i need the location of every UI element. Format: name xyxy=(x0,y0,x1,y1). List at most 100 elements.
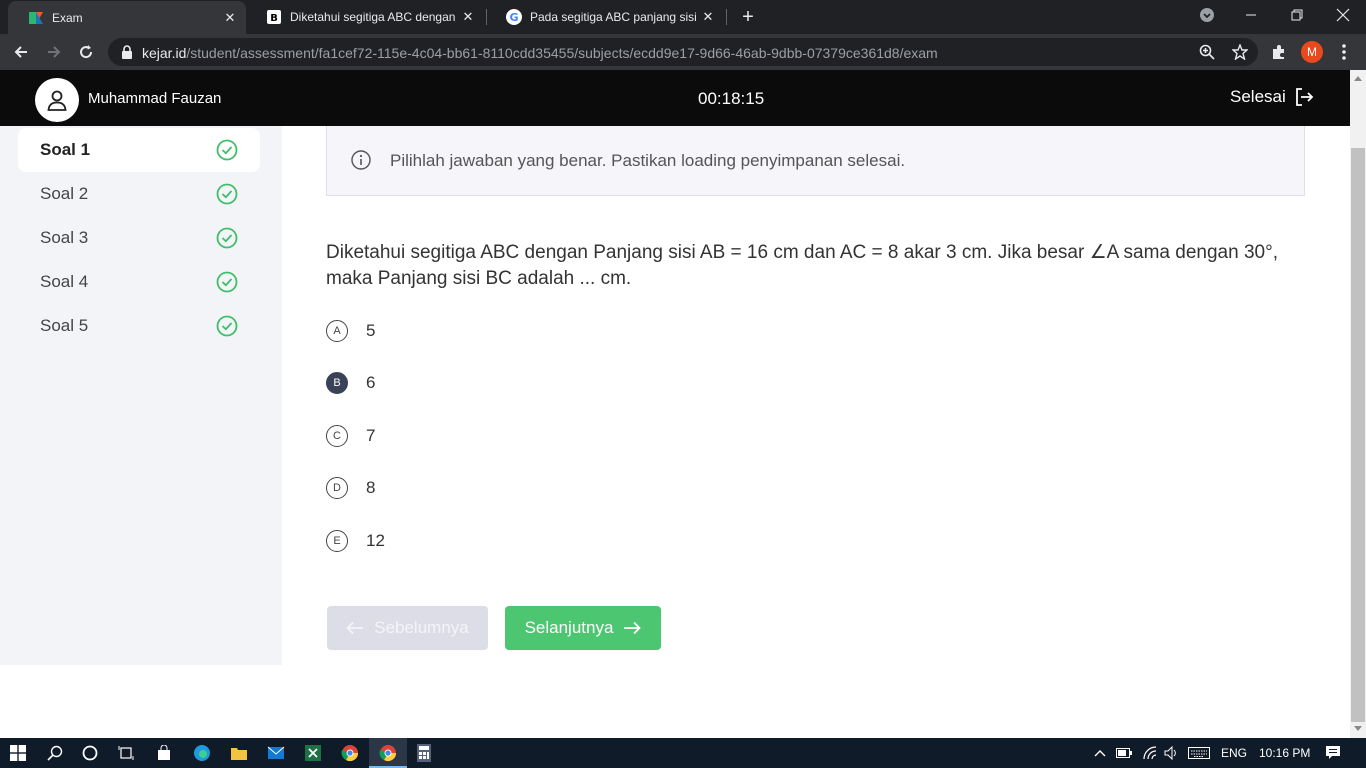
tab-exam[interactable]: Exam ✕ xyxy=(8,1,246,34)
tab-title: Diketahui segitiga ABC dengan p xyxy=(290,10,458,24)
cortana-icon[interactable] xyxy=(78,741,102,765)
tab-brainly[interactable]: B Diketahui segitiga ABC dengan p ✕ xyxy=(246,0,484,34)
sidebar-item-soal-4[interactable]: Soal 4 xyxy=(18,260,260,304)
sidebar-item-label: Soal 1 xyxy=(40,140,91,159)
page-scrollbar[interactable] xyxy=(1350,70,1366,738)
svg-text:G: G xyxy=(509,11,518,24)
next-button[interactable]: Selanjutnya xyxy=(505,606,661,650)
notifications-icon[interactable] xyxy=(1321,741,1345,765)
search-icon[interactable] xyxy=(43,741,67,765)
sidebar-item-label: Soal 4 xyxy=(40,272,89,291)
check-circle-icon xyxy=(216,271,238,293)
logout-icon xyxy=(1295,88,1314,106)
sidebar-item-label: Soal 5 xyxy=(40,316,89,335)
windows-start-icon[interactable] xyxy=(6,741,30,765)
option-letter: B xyxy=(326,372,348,394)
check-circle-icon xyxy=(216,227,238,249)
store-icon[interactable] xyxy=(152,741,176,765)
close-tab-icon[interactable]: ✕ xyxy=(220,10,240,26)
wifi-icon[interactable] xyxy=(1138,741,1162,765)
arrow-left-icon xyxy=(346,621,364,635)
finish-button[interactable]: Selesai xyxy=(1230,87,1314,107)
lock-icon[interactable] xyxy=(119,44,135,60)
chrome-icon[interactable] xyxy=(338,741,362,765)
user-icon xyxy=(47,90,67,111)
profile-avatar[interactable]: M xyxy=(1301,41,1323,63)
task-view-icon[interactable] xyxy=(114,741,138,765)
close-window-icon[interactable] xyxy=(1320,0,1366,30)
check-circle-icon xyxy=(216,139,238,161)
keyboard-icon[interactable] xyxy=(1187,741,1211,765)
zoom-icon[interactable] xyxy=(1199,44,1215,60)
bookmark-star-icon[interactable] xyxy=(1232,44,1248,60)
calculator-icon[interactable] xyxy=(412,741,436,765)
language-indicator[interactable]: ENG xyxy=(1221,746,1247,760)
sidebar-item-label: Soal 2 xyxy=(40,184,89,203)
tab-separator xyxy=(726,9,727,25)
forward-icon[interactable] xyxy=(41,39,67,65)
battery-icon[interactable] xyxy=(1112,741,1136,765)
user-avatar[interactable] xyxy=(35,78,79,122)
option-letter: C xyxy=(326,425,348,447)
info-icon xyxy=(351,150,371,170)
exam-timer: 00:18:15 xyxy=(698,89,765,108)
user-name: Muhammad Fauzan xyxy=(88,90,222,107)
option-d[interactable]: D 8 xyxy=(326,476,375,500)
volume-icon[interactable] xyxy=(1160,741,1184,765)
new-tab-button[interactable]: + xyxy=(737,6,759,28)
tab-search-icon[interactable] xyxy=(1184,0,1230,30)
option-letter: E xyxy=(326,530,348,552)
option-a[interactable]: A 5 xyxy=(326,319,375,343)
scroll-up-icon[interactable] xyxy=(1354,76,1362,81)
mail-icon[interactable] xyxy=(264,741,288,765)
info-text: Pilihlah jawaban yang benar. Pastikan lo… xyxy=(390,151,906,170)
tab-title: Exam xyxy=(52,10,83,25)
close-tab-icon[interactable]: ✕ xyxy=(698,9,718,25)
arrow-right-icon xyxy=(624,621,642,635)
windows-taskbar: ENG 10:16 PM xyxy=(0,738,1366,768)
brainly-favicon-icon: B xyxy=(266,9,282,25)
check-circle-icon xyxy=(216,183,238,205)
minimize-icon[interactable] xyxy=(1228,0,1274,30)
extensions-icon[interactable] xyxy=(1266,39,1292,65)
option-b[interactable]: B 6 xyxy=(326,371,375,395)
sidebar-item-soal-2[interactable]: Soal 2 xyxy=(18,172,260,216)
file-explorer-icon[interactable] xyxy=(227,741,251,765)
option-value: 5 xyxy=(366,321,376,340)
close-tab-icon[interactable]: ✕ xyxy=(458,9,478,25)
sidebar-item-soal-3[interactable]: Soal 3 xyxy=(18,216,260,260)
tab-google[interactable]: G Pada segitiga ABC panjang sisi a ✕ xyxy=(486,0,724,34)
kejar-favicon-icon xyxy=(28,10,44,26)
chevron-up-icon[interactable] xyxy=(1088,741,1112,765)
question-sidebar: Soal 1 Soal 2 Soal 3 Soal 4 Soal 5 xyxy=(0,126,282,665)
reload-icon[interactable] xyxy=(73,39,99,65)
scroll-down-icon[interactable] xyxy=(1354,726,1362,731)
url-host: kejar.id xyxy=(142,45,187,61)
edge-icon[interactable] xyxy=(190,741,214,765)
app-header: Muhammad Fauzan 00:18:15 Selesai xyxy=(0,70,1350,126)
previous-label: Sebelumnya xyxy=(374,618,469,637)
restore-icon[interactable] xyxy=(1274,0,1320,30)
previous-button[interactable]: Sebelumnya xyxy=(327,606,488,650)
finish-label: Selesai xyxy=(1230,87,1286,106)
option-letter: A xyxy=(326,320,348,342)
tab-title: Pada segitiga ABC panjang sisi a xyxy=(530,10,698,24)
sidebar-item-soal-5[interactable]: Soal 5 xyxy=(18,304,260,348)
excel-icon[interactable] xyxy=(301,741,325,765)
question-text: Diketahui segitiga ABC dengan Panjang si… xyxy=(326,242,1278,289)
option-value: 8 xyxy=(366,478,376,497)
url-path: /student/assessment/fa1cef72-115e-4c04-b… xyxy=(186,45,938,61)
svg-text:B: B xyxy=(270,13,278,24)
chrome-active-icon[interactable] xyxy=(376,741,400,765)
scrollbar-thumb[interactable] xyxy=(1351,148,1365,722)
sidebar-item-soal-1[interactable]: Soal 1 xyxy=(18,128,260,172)
clock[interactable]: 10:16 PM xyxy=(1259,746,1310,760)
browser-menu-icon[interactable] xyxy=(1336,40,1352,64)
address-bar[interactable]: kejar.id/student/assessment/fa1cef72-115… xyxy=(108,38,1258,66)
back-icon[interactable] xyxy=(8,39,34,65)
sidebar-item-label: Soal 3 xyxy=(40,228,89,247)
option-c[interactable]: C 7 xyxy=(326,424,375,448)
option-value: 12 xyxy=(366,531,385,550)
option-letter: D xyxy=(326,477,348,499)
option-e[interactable]: E 12 xyxy=(326,529,385,553)
